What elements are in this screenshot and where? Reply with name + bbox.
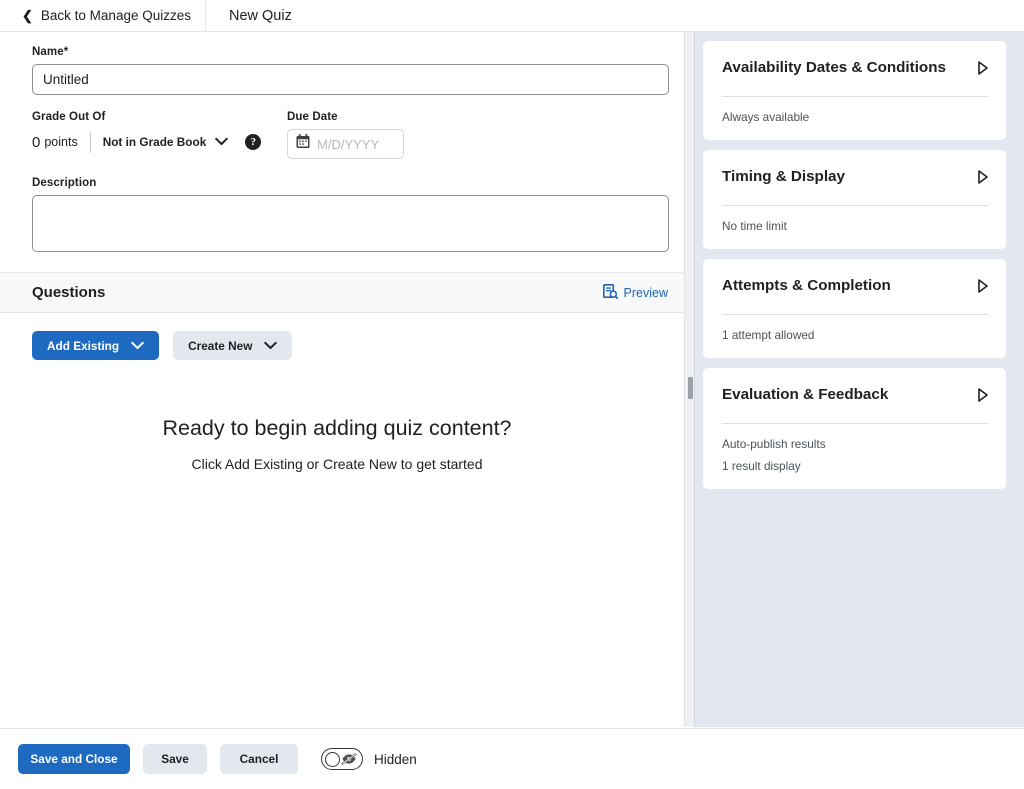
due-date-placeholder-text: M/D/YYYY [317,136,380,152]
grade-out-of-group: Grade Out Of 0 points Not in Grade Book [32,111,287,159]
quiz-editor-page: ❮ Back to Manage Quizzes New Quiz Name* … [0,0,1024,789]
main-content-area: Name* Grade Out Of 0 points Not in Grade… [0,32,684,727]
due-date-label: Due Date [287,111,338,123]
settings-card-summary: Auto-publish results [722,437,826,451]
visibility-label: Hidden [374,751,417,767]
back-to-manage-quizzes-link[interactable]: ❮ Back to Manage Quizzes [0,0,205,31]
points-unit-label: points [44,135,78,149]
name-field-label: Name* [32,46,668,58]
create-new-button[interactable]: Create New [173,331,293,360]
add-existing-button[interactable]: Add Existing [32,331,160,360]
chevron-down-icon [215,135,229,149]
questions-section-title: Questions [32,284,106,301]
empty-state-subtitle: Click Add Existing or Create New to get … [191,456,483,472]
settings-card-summary: 1 attempt allowed [722,328,815,342]
save-label: Save [161,752,189,766]
triangle-right-icon[interactable] [977,388,989,407]
questions-empty-state: Ready to begin adding quiz content? Clic… [0,416,684,472]
chevron-down-icon [264,339,278,353]
visibility-toggle-group: Hidden [321,748,417,770]
settings-card-title: Attempts & Completion [722,277,891,294]
eye-slash-icon [341,753,357,765]
points-value: 0 [32,133,41,151]
description-editor[interactable] [32,195,669,252]
required-marker: * [63,46,69,58]
due-date-group: Due Date M/D/YYYY [287,111,547,159]
calendar-icon [296,134,310,154]
description-group: Description [32,177,669,252]
questions-section-header: Questions Preview [0,272,684,313]
help-circle-icon[interactable]: ? [245,134,262,150]
grade-book-dropdown[interactable]: Not in Grade Book [103,135,229,149]
settings-card-title: Evaluation & Feedback [722,386,889,403]
document-search-icon [602,283,618,302]
create-new-label: Create New [188,338,253,353]
quiz-name-input[interactable] [32,64,669,95]
quiz-form: Name* Grade Out Of 0 points Not in Grade… [0,32,684,252]
settings-card-summary: Always available [722,110,810,124]
save-button[interactable]: Save [143,744,207,774]
tab-new-quiz-label: New Quiz [228,7,292,24]
help-glyph: ? [250,135,257,148]
empty-state-title: Ready to begin adding quiz content? [162,416,512,440]
triangle-right-icon[interactable] [977,170,989,189]
card-divider [722,314,989,315]
chevron-left-icon: ❮ [22,8,33,23]
settings-card-title: Timing & Display [722,168,845,185]
questions-action-bar: Add Existing Create New [0,313,684,360]
save-and-close-label: Save and Close [30,752,118,766]
preview-label: Preview [623,285,668,300]
panel-splitter[interactable] [684,32,695,727]
name-label-text: Name [32,46,64,58]
settings-card-evaluation[interactable]: Evaluation & Feedback Auto-publish resul… [703,368,1006,489]
add-existing-label: Add Existing [47,338,120,353]
cancel-button[interactable]: Cancel [220,744,298,774]
grade-and-due-row: Grade Out Of 0 points Not in Grade Book [32,111,668,159]
grade-out-of-label: Grade Out Of [32,111,106,123]
cancel-label: Cancel [239,752,279,766]
back-link-label: Back to Manage Quizzes [40,8,191,23]
triangle-right-icon[interactable] [977,279,989,298]
due-date-input[interactable]: M/D/YYYY [287,129,404,159]
chevron-down-icon [131,339,144,353]
preview-button[interactable]: Preview [602,283,668,302]
settings-card-title: Availability Dates & Conditions [722,59,946,76]
card-divider [722,423,989,424]
card-divider [722,96,989,97]
settings-card-summary: No time limit [722,219,787,233]
settings-card-availability[interactable]: Availability Dates & Conditions Always a… [703,41,1006,140]
grade-vertical-divider [89,131,91,153]
tab-new-quiz[interactable]: New Quiz [206,0,310,31]
resize-grip-icon[interactable] [688,377,693,399]
quiz-settings-panel: Availability Dates & Conditions Always a… [695,32,1024,727]
settings-card-attempts[interactable]: Attempts & Completion 1 attempt allowed [703,259,1006,358]
grade-book-dropdown-label: Not in Grade Book [102,135,207,149]
card-divider [722,205,989,206]
toggle-knob [325,751,340,767]
top-navigation-bar: ❮ Back to Manage Quizzes New Quiz [0,0,1024,31]
visibility-toggle[interactable] [321,748,363,770]
save-and-close-button[interactable]: Save and Close [18,744,130,774]
action-footer: Save and Close Save Cancel Hidden [0,728,1024,789]
settings-card-timing[interactable]: Timing & Display No time limit [703,150,1006,249]
triangle-right-icon[interactable] [977,61,989,80]
settings-card-summary: 1 result display [722,459,801,473]
description-label: Description [32,177,97,189]
